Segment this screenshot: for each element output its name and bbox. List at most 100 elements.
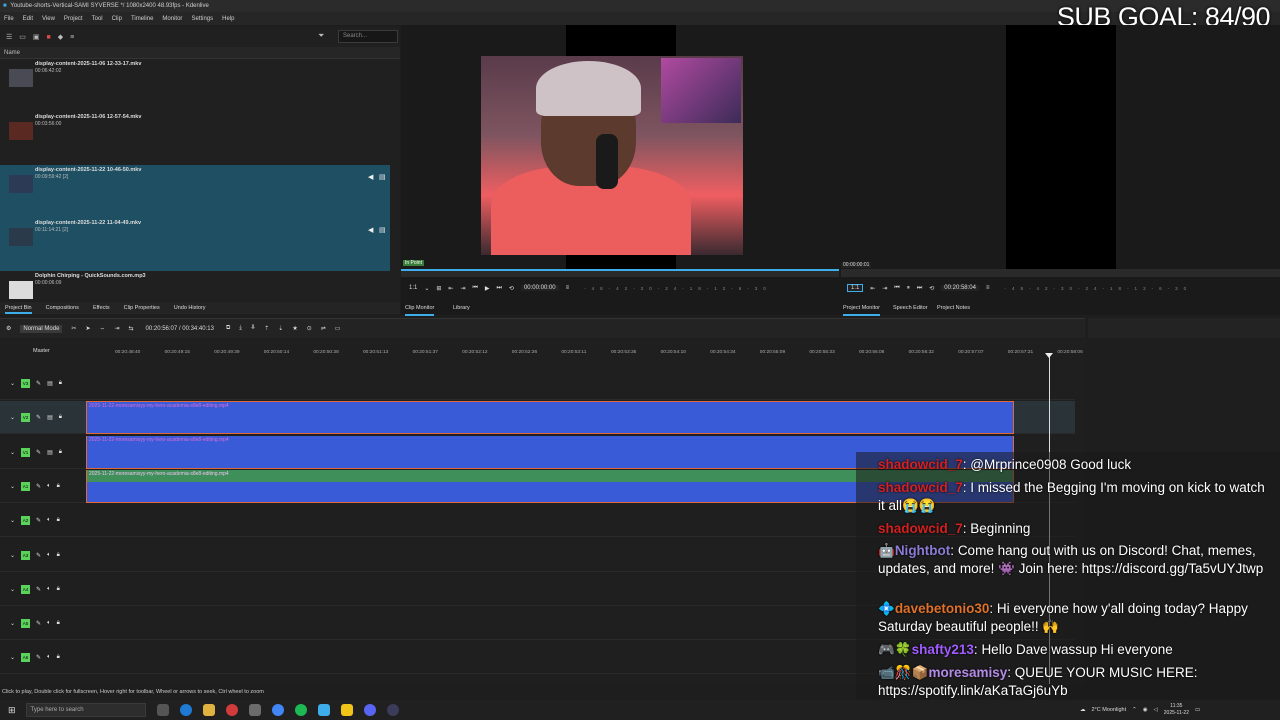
timeline-timecode[interactable]: 00:20:56:07 / 00:34:40:13	[142, 325, 217, 332]
taskbar-search-input[interactable]: Type here to search	[25, 703, 146, 717]
bin-clip-item[interactable]: display-content-2025-11-06 12-57-54.mkv …	[0, 112, 390, 165]
mute-icon[interactable]: 🔈︎	[47, 586, 51, 593]
hide-icon[interactable]: ▤	[47, 380, 53, 387]
menu-icon[interactable]: ≡	[566, 285, 570, 291]
edge-browser-icon[interactable]	[179, 704, 192, 716]
record-icon[interactable]: ⊙	[307, 325, 312, 332]
menu-icon[interactable]: ≡	[986, 285, 990, 291]
timeline-ruler[interactable]: 00:20:48:40 00:20:49:15 00:20:49:39 00:20:5…	[87, 347, 1085, 359]
mute-icon[interactable]: 🔈︎	[47, 483, 51, 490]
edit-mode-select[interactable]: Normal Mode	[20, 324, 63, 333]
fullscreen-icon[interactable]: ⊞	[436, 285, 441, 292]
notes-icon[interactable]	[340, 704, 353, 716]
audio-icon[interactable]: ◀	[368, 226, 373, 234]
clock[interactable]: 11:35 2025-11-22	[1164, 703, 1189, 717]
collapse-icon[interactable]: ⌄	[10, 414, 15, 421]
loop-icon[interactable]: ⟲	[509, 285, 514, 292]
weather-text[interactable]: 2°C Moonlight	[1092, 707, 1127, 713]
network-icon[interactable]: ◉	[1143, 707, 1148, 713]
tab-project-notes[interactable]: Project Notes	[937, 302, 970, 314]
tab-project-bin[interactable]: Project Bin	[5, 302, 32, 314]
project-timecode[interactable]: 00:20:58:04	[941, 285, 979, 291]
playhead-marker-icon[interactable]	[1045, 353, 1053, 358]
insert-icon[interactable]: ⤓	[239, 325, 242, 332]
collapse-icon[interactable]: ⌄	[10, 449, 15, 456]
effect-icon[interactable]: ✎	[36, 449, 41, 456]
menu-item-monitor[interactable]: Monitor	[162, 16, 182, 22]
tab-library[interactable]: Library	[453, 302, 470, 314]
mixer-icon[interactable]: ⇌	[321, 325, 326, 332]
loop-icon[interactable]: ⟲	[929, 285, 934, 292]
menu-item-timeline[interactable]: Timeline	[131, 16, 153, 22]
set-out-icon[interactable]: ⇥	[460, 285, 465, 292]
collapse-icon[interactable]: ⌄	[10, 620, 15, 627]
new-folder-icon[interactable]: ▭	[19, 33, 26, 41]
app-icon[interactable]	[248, 704, 261, 716]
play-icon[interactable]: ▶	[485, 285, 490, 292]
tray-chevron-icon[interactable]: ⌃	[1132, 707, 1137, 713]
overwrite-icon[interactable]: ⥥	[251, 325, 255, 332]
effect-icon[interactable]: ✎	[36, 552, 41, 559]
tag-icon[interactable]: ◆	[58, 33, 63, 41]
volume-icon[interactable]: ◁	[1154, 707, 1158, 713]
mute-icon[interactable]: 🔈︎	[47, 517, 51, 524]
favorite-icon[interactable]: ★	[292, 325, 297, 332]
clip-timecode[interactable]: 00:00:00:00	[520, 285, 559, 291]
discord-icon[interactable]	[363, 704, 376, 716]
spotify-icon[interactable]	[294, 704, 307, 716]
weather-icon[interactable]: ☁	[1080, 707, 1086, 713]
pause-icon[interactable]: ⏸	[907, 285, 910, 292]
app-icon[interactable]	[225, 704, 238, 716]
add-clip-icon[interactable]: ▣	[33, 33, 40, 41]
task-view-icon[interactable]	[156, 704, 169, 716]
collapse-icon[interactable]: ⌄	[10, 483, 15, 490]
menu-item-tool[interactable]: Tool	[92, 16, 103, 22]
forward-icon[interactable]: ⏭	[917, 285, 922, 292]
menu-item-project[interactable]: Project	[64, 16, 83, 22]
notification-icon[interactable]: ▭	[1195, 707, 1200, 713]
tab-speech-editor[interactable]: Speech Editor	[893, 302, 928, 314]
project-monitor-ruler[interactable]	[841, 269, 1280, 277]
effect-icon[interactable]: ✎	[36, 586, 41, 593]
menu-item-view[interactable]: View	[42, 16, 55, 22]
lock-icon[interactable]: 🔒︎	[57, 620, 60, 627]
collapse-icon[interactable]: ⌄	[10, 586, 15, 593]
bin-clip-item[interactable]: display-content-2025-11-06 12-33-17.mkv …	[0, 59, 390, 112]
tab-effects[interactable]: Effects	[93, 302, 110, 314]
hide-icon[interactable]: ▤	[47, 414, 53, 421]
ripple-icon[interactable]: ⇥	[114, 325, 119, 332]
lock-icon[interactable]: 🔒︎	[57, 483, 60, 490]
audio-icon[interactable]: ◀	[368, 173, 373, 181]
effect-icon[interactable]: ✎	[36, 483, 41, 490]
hide-icon[interactable]: ▤	[47, 449, 53, 456]
bin-clip-item[interactable]: display-content-2025-11-22 11-04-49.mkv …	[0, 218, 390, 271]
bin-column-header[interactable]: Name	[0, 47, 400, 59]
filter-icon[interactable]: ⏷	[318, 31, 324, 41]
set-in-icon[interactable]: ⇤	[870, 285, 875, 292]
effect-icon[interactable]: ✎	[36, 414, 41, 421]
collapse-icon[interactable]: ⌄	[10, 380, 15, 387]
lift-icon[interactable]: ⇡	[264, 325, 269, 332]
obs-icon[interactable]	[386, 704, 399, 716]
razor-icon[interactable]: ✂	[71, 325, 76, 332]
spacer-icon[interactable]: ⇔	[99, 326, 105, 332]
chevron-down-icon[interactable]: ⌄	[424, 285, 429, 292]
menu-item-edit[interactable]: Edit	[23, 16, 33, 22]
set-in-icon[interactable]: ⇤	[448, 285, 453, 292]
lock-icon[interactable]: 🔒︎	[59, 380, 62, 387]
snap-icon[interactable]: ⧉	[226, 325, 230, 332]
video-icon[interactable]: ▤	[379, 173, 386, 181]
select-tool-icon[interactable]: ➤	[85, 325, 90, 332]
menu-item-settings[interactable]: Settings	[191, 16, 213, 22]
rewind-icon[interactable]: ⏮	[472, 285, 477, 292]
zoom-select[interactable]: 1:1	[847, 284, 864, 292]
menu-icon[interactable]: ☰	[6, 33, 12, 41]
tab-clip-monitor[interactable]: Clip Monitor	[405, 302, 435, 316]
clip-monitor-ruler[interactable]	[401, 269, 839, 277]
video-icon[interactable]: ▤	[379, 226, 386, 234]
effect-icon[interactable]: ✎	[36, 380, 41, 387]
forward-icon[interactable]: ⏭	[497, 285, 502, 292]
timeline-clip[interactable]: 2025-11-22-moresamisyy-my-hero-academia-…	[86, 401, 1014, 435]
windows-start-icon[interactable]: ⊞	[8, 705, 16, 716]
file-explorer-icon[interactable]	[202, 704, 215, 716]
